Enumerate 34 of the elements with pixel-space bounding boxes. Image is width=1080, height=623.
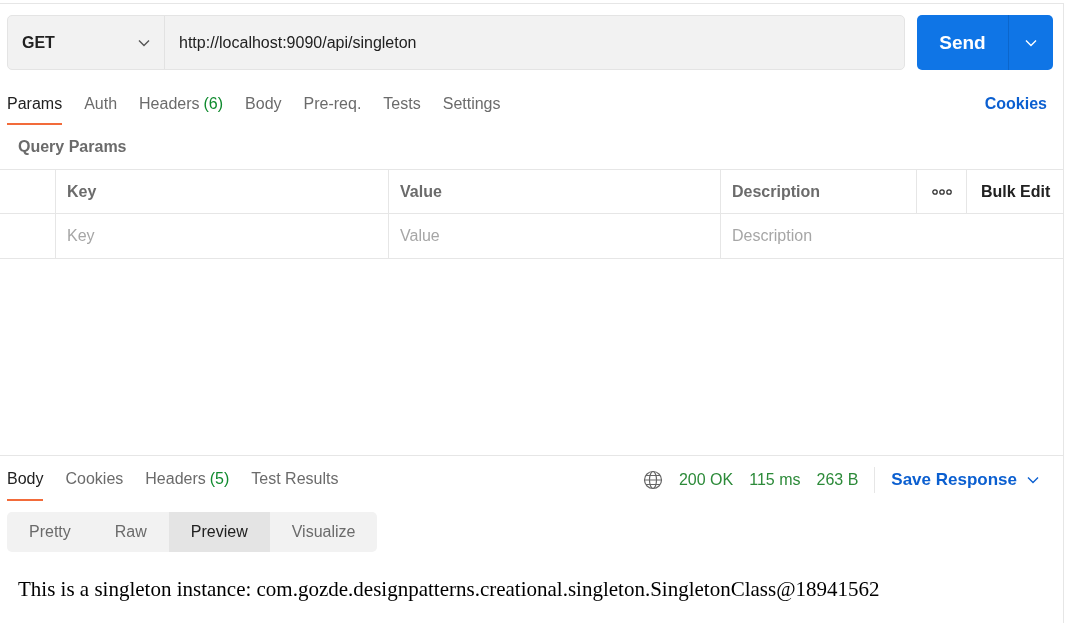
column-header: Description [721,170,917,214]
method-dropdown[interactable]: GET [8,16,165,69]
view-option[interactable]: Pretty [7,512,93,552]
tab[interactable]: Test Results [251,458,339,501]
tab[interactable]: Headers (5) [145,458,230,501]
save-response-button[interactable]: Save Response [891,469,1039,490]
column-header: Key [56,170,389,214]
view-option[interactable]: Raw [92,512,169,552]
status-code: 200 OK [678,470,734,489]
tab[interactable]: Body [245,85,282,125]
view-option[interactable]: Preview [168,512,270,552]
column-header: Value [389,170,721,214]
bulk-edit-button[interactable]: Bulk Edit [978,182,1051,201]
tab[interactable]: Tests [383,85,421,125]
table-cell [0,214,56,259]
globe-icon[interactable] [642,469,663,490]
section-title: Query Params [17,137,128,157]
tab[interactable]: Settings [442,85,501,125]
cookies-link[interactable]: Cookies [984,85,1047,125]
view-option[interactable]: Visualize [269,512,378,552]
url-field[interactable]: http://localhost:9090/api/singleton [165,16,904,69]
response-time: 115 ms [749,470,801,489]
chevron-down-icon [1025,38,1037,47]
tab[interactable]: Headers (6) [139,85,224,125]
chevron-down-icon [1027,475,1039,484]
more-icon[interactable] [931,188,952,195]
chevron-down-icon [138,38,150,47]
response-size: 263 B [816,470,859,489]
preview-text: This is a singleton instance: com.gozde.designpatterns.creational.singleton.SingletonClass@18941562 [18,577,881,602]
tab[interactable]: Pre-req. [303,85,362,125]
tab[interactable]: Auth [84,85,118,125]
tab[interactable]: Cookies [65,458,124,501]
tab[interactable]: Params [7,85,63,125]
tab[interactable]: Body [7,458,44,501]
